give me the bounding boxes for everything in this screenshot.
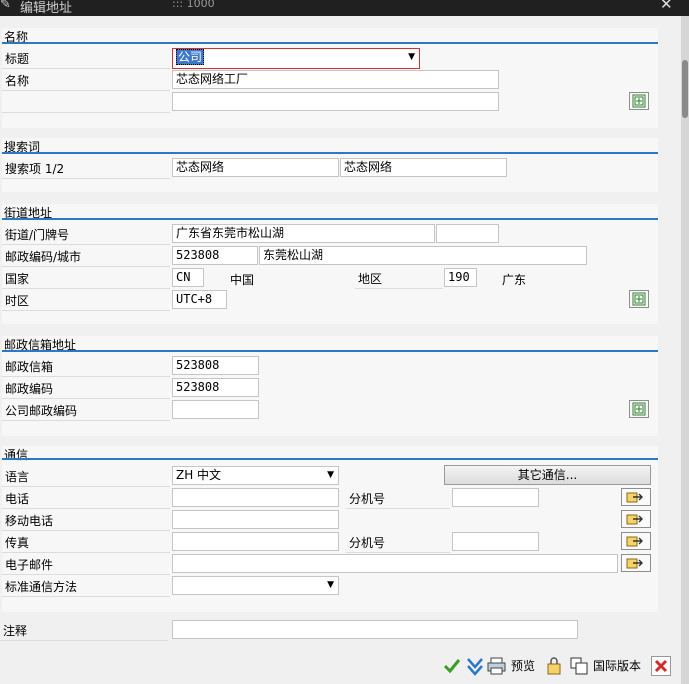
email-input[interactable] — [172, 554, 618, 573]
communication-section: 通信 语言 ZH 中文 ▼ 其它通信... 电话 分机号 移动电话 传真 分机号… — [2, 446, 658, 612]
country-name: 中国 — [230, 273, 255, 287]
pobox-postal-label: 邮政编码 — [2, 380, 170, 399]
other-communication-button[interactable]: 其它通信... — [444, 465, 651, 485]
section-divider — [2, 350, 658, 352]
title-dropdown[interactable]: 公司 ▼ — [172, 48, 420, 69]
section-header: 通信 — [4, 448, 29, 462]
name2-input[interactable] — [172, 92, 499, 111]
international-version-button[interactable]: 国际版本 — [593, 656, 641, 676]
fax-label: 传真 — [2, 534, 170, 553]
arrow-right-icon[interactable] — [621, 532, 651, 550]
city-input[interactable]: 东莞松山湖 — [259, 246, 587, 265]
scrollbar[interactable] — [681, 16, 689, 684]
section-divider — [2, 218, 658, 220]
edit-icon: ✎ — [0, 0, 11, 12]
timezone-label: 时区 — [2, 292, 170, 311]
region-label: 地区 — [355, 270, 443, 289]
mobile-label: 移动电话 — [2, 512, 170, 531]
search-section: 搜索词 搜索项 1/2 芯态网络 芯态网络 — [2, 138, 658, 192]
international-version-icon[interactable] — [569, 656, 589, 676]
checkmark-icon[interactable] — [442, 656, 462, 676]
window-title: 编辑地址 — [20, 1, 73, 16]
pobox-postal-input[interactable]: 523808 — [172, 378, 259, 397]
expand-icon[interactable] — [629, 400, 649, 418]
language-dropdown[interactable]: ZH 中文 ▼ — [172, 466, 339, 485]
name-section: 名称 标题 公司 ▼ 名称 芯态网络工厂 — [2, 28, 658, 128]
window-number: ::: 1000 — [172, 0, 215, 10]
section-divider — [2, 42, 658, 44]
phone-ext-input[interactable] — [452, 488, 539, 507]
company-postal-input[interactable] — [172, 400, 259, 419]
company-postal-label: 公司邮政编码 — [2, 402, 170, 421]
country-label: 国家 — [2, 270, 170, 289]
std-comm-dropdown[interactable]: ▼ — [172, 576, 339, 595]
expand-icon[interactable] — [629, 290, 649, 308]
chevron-down-icon: ▼ — [327, 580, 334, 590]
chevron-down-icon: ▼ — [408, 52, 415, 62]
country-code-input[interactable]: CN — [172, 268, 204, 287]
phone-ext-label: 分机号 — [346, 490, 450, 509]
preview-button[interactable]: 预览 — [511, 656, 535, 676]
region-code-input[interactable]: 190 — [444, 268, 477, 287]
expand-icon[interactable] — [629, 92, 649, 110]
continue-icon[interactable] — [465, 656, 485, 676]
window-titlebar: ✎ 编辑地址 ::: 1000 ✕ — [0, 0, 689, 16]
std-comm-label: 标准通信方法 — [2, 578, 170, 597]
cancel-icon[interactable] — [651, 656, 671, 676]
name2-label — [2, 94, 170, 113]
street-label: 街道/门牌号 — [2, 226, 170, 245]
phone-label: 电话 — [2, 490, 170, 509]
fax-ext-label: 分机号 — [346, 534, 450, 553]
name-input[interactable]: 芯态网络工厂 — [172, 70, 499, 89]
house-number-input[interactable] — [436, 224, 499, 243]
email-label: 电子邮件 — [2, 556, 170, 575]
pobox-input[interactable]: 523808 — [172, 356, 259, 375]
chevron-down-icon: ▼ — [327, 470, 334, 480]
remarks-label: 注释 — [0, 622, 168, 641]
street-input[interactable]: 广东省东莞市松山湖 — [172, 224, 435, 243]
check-icon[interactable] — [546, 656, 566, 676]
phone-input[interactable] — [172, 488, 339, 507]
search-term2-input[interactable]: 芯态网络 — [340, 158, 507, 177]
search-term1-input[interactable]: 芯态网络 — [172, 158, 339, 177]
timezone-input[interactable]: UTC+8 — [172, 290, 227, 309]
section-divider — [2, 458, 658, 460]
title-label: 标题 — [2, 50, 170, 69]
language-value: ZH 中文 — [176, 468, 222, 482]
name-label: 名称 — [2, 72, 170, 91]
mobile-input[interactable] — [172, 510, 339, 529]
pobox-label: 邮政信箱 — [2, 358, 170, 377]
section-divider — [2, 152, 658, 154]
pobox-section: 邮政信箱地址 邮政信箱 523808 邮政编码 523808 公司邮政编码 — [2, 336, 658, 436]
arrow-right-icon[interactable] — [621, 554, 651, 572]
print-preview-icon[interactable] — [487, 656, 507, 676]
region-name: 广东 — [502, 273, 527, 287]
arrow-right-icon[interactable] — [621, 488, 651, 506]
postal-city-label: 邮政编码/城市 — [2, 248, 170, 267]
fax-ext-input[interactable] — [452, 532, 539, 551]
postal-code-input[interactable]: 523808 — [172, 246, 258, 265]
street-section: 街道地址 街道/门牌号 广东省东莞市松山湖 邮政编码/城市 523808 东莞松… — [2, 204, 658, 324]
title-value: 公司 — [176, 49, 205, 65]
scrollbar-thumb[interactable] — [682, 60, 688, 118]
arrow-right-icon[interactable] — [621, 510, 651, 528]
language-label: 语言 — [2, 468, 170, 487]
close-icon[interactable]: ✕ — [660, 0, 673, 13]
search-term-label: 搜索项 1/2 — [2, 160, 170, 179]
remarks-input[interactable] — [172, 620, 578, 639]
fax-input[interactable] — [172, 532, 339, 551]
